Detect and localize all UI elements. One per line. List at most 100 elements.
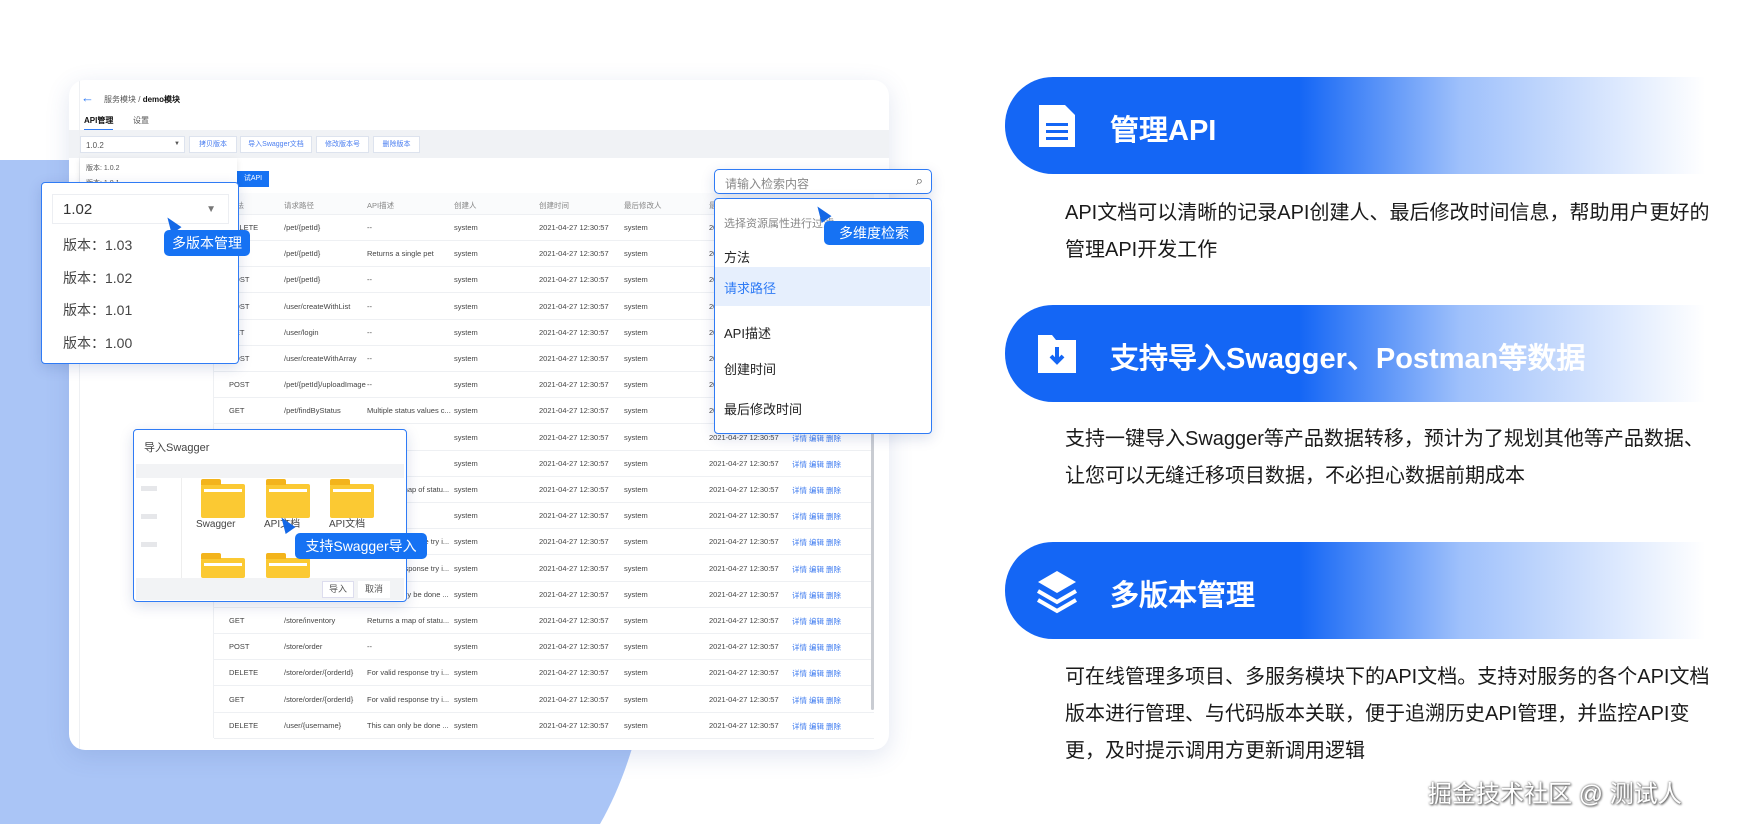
row-action-detail[interactable]: 详情 — [792, 695, 807, 706]
column-header[interactable]: 创建人 — [454, 200, 477, 211]
row-action-edit[interactable]: 编辑 — [809, 695, 824, 706]
cell-path: /pet/findByStatus — [284, 406, 341, 416]
column-header[interactable]: 创建时间 — [539, 200, 569, 211]
delete-version-button[interactable]: 删除版本 — [373, 136, 420, 153]
feature-banner-import: 支持导入Swagger、Postman等数据 — [1005, 305, 1705, 402]
filter-option[interactable]: 最后修改时间 — [715, 395, 930, 419]
folder-icon[interactable] — [330, 479, 374, 518]
cell-method: GET — [229, 406, 245, 416]
filter-option[interactable]: 创建时间 — [715, 355, 930, 379]
row-action-detail[interactable]: 详情 — [792, 511, 807, 522]
tab-settings[interactable]: 设置 — [133, 115, 149, 126]
cell-creator: system — [454, 432, 478, 442]
row-action-edit[interactable]: 编辑 — [809, 564, 824, 575]
cell-desc: -- — [367, 327, 372, 337]
row-action-edit[interactable]: 编辑 — [809, 433, 824, 444]
row-action-detail[interactable]: 详情 — [792, 642, 807, 653]
cell-modifier: system — [624, 354, 648, 363]
native-option[interactable]: 版本: 1.0.2 — [86, 163, 119, 173]
search-placeholder: 请输入检索内容 — [725, 177, 810, 191]
row-action-delete[interactable]: 删除 — [826, 642, 841, 653]
filter-option[interactable]: API描述 — [715, 319, 930, 343]
cell-creator: system — [454, 406, 478, 416]
row-action-detail[interactable]: 详情 — [792, 459, 807, 470]
search-icon[interactable]: ⌕ — [916, 173, 923, 189]
version-option[interactable]: 版本：1.00 — [63, 333, 132, 353]
cell-ctime: 2021-04-27 12:30:57 — [539, 668, 609, 678]
row-action-edit[interactable]: 编辑 — [809, 721, 824, 732]
cell-creator: system — [454, 694, 478, 704]
cell-method: POST — [229, 380, 250, 390]
import-button[interactable]: 导入 — [322, 581, 354, 598]
breadcrumb-separator: / — [138, 95, 141, 104]
column-header[interactable]: API描述 — [367, 200, 394, 211]
row-action-edit[interactable]: 编辑 — [809, 459, 824, 470]
row-action-edit[interactable]: 编辑 — [809, 616, 824, 627]
cell-creator: system — [454, 223, 478, 232]
row-action-delete[interactable]: 删除 — [826, 485, 841, 496]
row-action-detail[interactable]: 详情 — [792, 616, 807, 627]
feature-title: 支持导入Swagger、Postman等数据 — [1110, 343, 1586, 375]
row-action-edit[interactable]: 编辑 — [809, 668, 824, 679]
folder-icon[interactable] — [266, 553, 310, 578]
row-action-delete[interactable]: 删除 — [826, 459, 841, 470]
new-api-button[interactable]: 试API — [237, 171, 269, 187]
row-action-detail[interactable]: 详情 — [792, 564, 807, 575]
table-row: POST/store/order -- system 2021-04-27 12:30… — [214, 634, 874, 661]
cell-creator: system — [454, 720, 478, 730]
row-action-delete[interactable]: 删除 — [826, 564, 841, 575]
row-action-delete[interactable]: 删除 — [826, 721, 841, 732]
cell-path: /user/createWithArray — [284, 354, 357, 363]
row-action-detail[interactable]: 详情 — [792, 485, 807, 496]
search-input[interactable]: 请输入检索内容 ⌕ — [714, 169, 932, 194]
cell-modifier: system — [624, 720, 648, 730]
cell-method: GET — [229, 616, 245, 625]
row-action-delete[interactable]: 删除 — [826, 537, 841, 548]
tab-api-management[interactable]: API管理 — [84, 115, 114, 131]
row-action-detail[interactable]: 详情 — [792, 590, 807, 601]
version-option[interactable]: 版本：1.02 — [63, 268, 132, 288]
version-option[interactable]: 版本：1.03 — [63, 235, 132, 255]
version-select-value: 1.0.2 — [86, 141, 104, 150]
row-action-delete[interactable]: 删除 — [826, 616, 841, 627]
row-action-delete[interactable]: 删除 — [826, 511, 841, 522]
row-action-detail[interactable]: 详情 — [792, 433, 807, 444]
folder-icon[interactable] — [201, 479, 245, 518]
cell-desc: For valid response try i... — [367, 694, 450, 704]
import-swagger-button[interactable]: 导入Swagger文档 — [240, 136, 312, 153]
cell-mtime: 2021-04-27 12:30:57 — [709, 642, 779, 652]
row-action-edit[interactable]: 编辑 — [809, 485, 824, 496]
cell-ctime: 2021-04-27 12:30:57 — [539, 720, 609, 730]
folder-icon[interactable] — [201, 553, 245, 578]
cell-path: /store/inventory — [284, 616, 336, 625]
row-action-edit[interactable]: 编辑 — [809, 642, 824, 653]
row-action-edit[interactable]: 编辑 — [809, 537, 824, 548]
row-action-delete[interactable]: 删除 — [826, 590, 841, 601]
version-select[interactable]: 1.0.2 ▼ — [80, 136, 185, 153]
document-icon — [1039, 105, 1075, 147]
filter-option[interactable]: 方法 — [715, 243, 930, 267]
row-action-delete[interactable]: 删除 — [826, 433, 841, 444]
filter-option[interactable]: 请求路径 — [715, 267, 930, 306]
row-action-delete[interactable]: 删除 — [826, 695, 841, 706]
breadcrumb-parent[interactable]: 服务模块 — [104, 95, 136, 104]
row-action-edit[interactable]: 编辑 — [809, 590, 824, 601]
row-action-detail[interactable]: 详情 — [792, 668, 807, 679]
row-action-edit[interactable]: 编辑 — [809, 511, 824, 522]
version-option[interactable]: 版本：1.01 — [63, 300, 132, 320]
version-dropdown-select[interactable]: 1.02 ▼ — [52, 194, 229, 224]
cell-path: /store/order/{orderId} — [284, 694, 354, 704]
back-arrow-icon[interactable]: ← — [81, 90, 94, 105]
cell-creator: system — [454, 458, 478, 468]
column-header[interactable]: 最后修改人 — [624, 200, 662, 211]
copy-version-button[interactable]: 拷贝版本 — [189, 136, 237, 153]
layers-icon — [1036, 571, 1078, 614]
row-action-detail[interactable]: 详情 — [792, 537, 807, 548]
edit-version-button[interactable]: 修改版本号 — [316, 136, 369, 153]
cell-ctime: 2021-04-27 12:30:57 — [539, 406, 609, 416]
column-header[interactable]: 请求路径 — [284, 200, 314, 211]
cancel-button[interactable]: 取消 — [358, 581, 390, 598]
row-action-detail[interactable]: 详情 — [792, 721, 807, 732]
row-action-delete[interactable]: 删除 — [826, 668, 841, 679]
folder-icon[interactable] — [266, 479, 310, 518]
